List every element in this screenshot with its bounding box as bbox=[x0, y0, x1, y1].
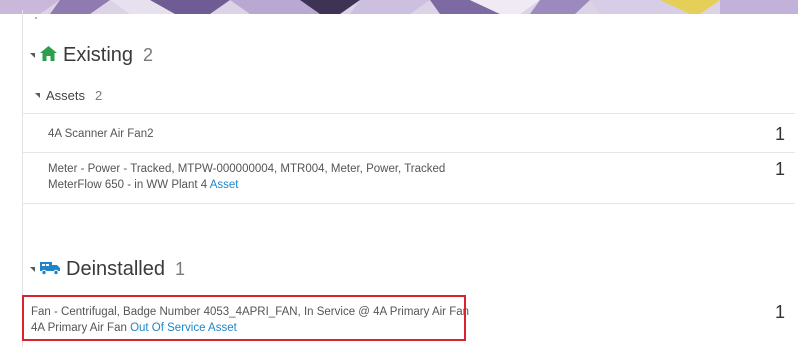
existing-title: Existing bbox=[63, 44, 134, 66]
deinstalled-section-header[interactable]: Deinstalled 1 bbox=[30, 258, 185, 281]
deinstalled-count: 1 bbox=[174, 259, 185, 279]
collapse-triangle-icon[interactable] bbox=[35, 93, 40, 98]
list-item[interactable]: Meter - Power - Tracked, MTPW-000000004,… bbox=[23, 153, 795, 204]
existing-section-header[interactable]: Existing 2 bbox=[30, 44, 153, 67]
collapse-triangle-icon[interactable] bbox=[30, 267, 35, 272]
assets-label: Assets bbox=[46, 88, 86, 103]
truck-icon bbox=[40, 260, 60, 280]
asset-quantity: 1 bbox=[774, 159, 785, 179]
asset-link[interactable]: Asset bbox=[210, 179, 239, 191]
asset-description: Meter - Power - Tracked, MTPW-000000004,… bbox=[48, 161, 445, 193]
asset-description-line1: Meter - Power - Tracked, MTPW-000000004,… bbox=[48, 163, 446, 175]
asset-quantity: 1 bbox=[774, 302, 785, 322]
asset-description: 4A Scanner Air Fan2 bbox=[48, 128, 154, 140]
assets-count: 2 bbox=[95, 88, 103, 103]
existing-count: 2 bbox=[143, 45, 154, 65]
deinstalled-title: Deinstalled bbox=[66, 258, 165, 280]
assets-subsection-header[interactable]: Assets 2 bbox=[35, 88, 102, 103]
asset-quantity: 1 bbox=[774, 124, 785, 144]
house-icon bbox=[40, 45, 57, 66]
list-item[interactable]: 4A Scanner Air Fan2 1 bbox=[23, 114, 795, 153]
asset-description-line2: MeterFlow 650 - in WW Plant 4 Asset bbox=[48, 177, 445, 193]
asset-location: MeterFlow 650 - in WW Plant 4 bbox=[48, 179, 210, 191]
collapse-triangle-icon[interactable] bbox=[30, 53, 35, 58]
highlight-box bbox=[22, 295, 466, 341]
